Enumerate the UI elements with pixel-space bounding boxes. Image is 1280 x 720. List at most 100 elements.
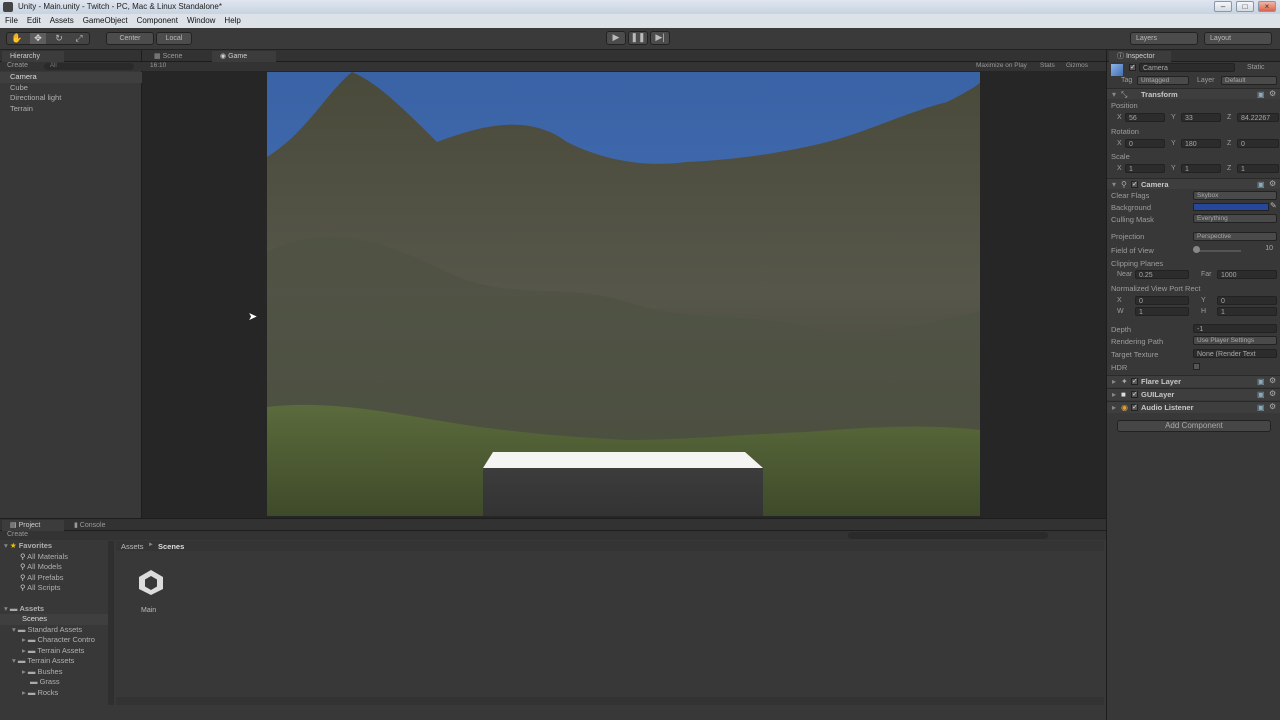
hierarchy-item-directional-light[interactable]: Directional light (0, 93, 142, 104)
step-button[interactable]: ▶| (650, 31, 670, 45)
viewport-y-field[interactable]: 0 (1217, 296, 1277, 305)
tab-scene[interactable]: ▦ Scene (146, 51, 210, 62)
assets-root-item[interactable]: ▾ ▬ Assets (0, 604, 110, 615)
hierarchy-item-cube[interactable]: Cube (0, 83, 142, 94)
fov-slider-track[interactable] (1195, 250, 1241, 252)
game-viewport[interactable] (267, 72, 980, 516)
close-button[interactable]: × (1258, 1, 1276, 12)
play-button[interactable]: ▶ (606, 31, 626, 45)
project-create-button[interactable]: Create (7, 531, 28, 538)
color-picker-icon[interactable]: ✎ (1270, 201, 1277, 210)
hierarchy-create-button[interactable]: Create (7, 62, 28, 69)
position-x-field[interactable]: 56 (1125, 113, 1165, 122)
fov-slider-handle[interactable] (1193, 246, 1200, 253)
tab-hierarchy[interactable]: Hierarchy (2, 51, 64, 62)
static-toggle[interactable]: Static (1247, 64, 1265, 71)
menu-assets[interactable]: Assets (50, 16, 74, 25)
position-z-field[interactable]: 84.22267 (1237, 113, 1279, 122)
camera-settings-icon[interactable]: ⚙ (1269, 179, 1276, 188)
scene-file-main[interactable] (136, 567, 166, 597)
scale-y-field[interactable]: 1 (1181, 164, 1221, 173)
tab-inspector[interactable]: ⓘ Inspector (1109, 51, 1171, 62)
transform-header[interactable]: ▾ ⤡ Transform ▣ ⚙ (1107, 88, 1280, 99)
flare-layer-settings-icon[interactable]: ⚙ (1269, 376, 1276, 385)
flare-layer-help-icon[interactable]: ▣ (1257, 377, 1265, 386)
audio-listener-checkbox[interactable]: ✓ (1131, 404, 1138, 411)
menu-component[interactable]: Component (137, 16, 178, 25)
viewport-w-field[interactable]: 1 (1135, 307, 1189, 316)
depth-field[interactable]: -1 (1193, 324, 1277, 333)
culling-mask-dropdown[interactable]: Everything (1193, 214, 1277, 223)
near-field[interactable]: 0.25 (1135, 270, 1189, 279)
tab-game[interactable]: ◉ Game (212, 51, 276, 62)
folder-terrain-assets[interactable]: ▾ ▬ Terrain Assets (0, 656, 110, 667)
pause-button[interactable]: ❚❚ (628, 31, 648, 45)
favorite-all-materials[interactable]: ⚲ All Materials (0, 552, 110, 563)
maximize-on-play-toggle[interactable]: Maximize on Play (976, 62, 1027, 69)
folder-standard-assets[interactable]: ▾ ▬ Standard Assets (0, 625, 110, 636)
background-color-swatch[interactable] (1193, 203, 1269, 211)
tab-console[interactable]: ▮ Console (66, 520, 128, 531)
stats-toggle[interactable]: Stats (1040, 62, 1055, 69)
target-texture-field[interactable]: None (Render Text (1193, 349, 1277, 358)
active-checkbox[interactable]: ✓ (1129, 64, 1136, 71)
folder-bushes[interactable]: ▸ ▬ Bushes (0, 667, 110, 678)
clear-flags-dropdown[interactable]: Skybox (1193, 191, 1277, 200)
tag-dropdown[interactable]: Untagged (1137, 76, 1189, 85)
folder-rocks[interactable]: ▸ ▬ Rocks (0, 688, 110, 699)
scale-x-field[interactable]: 1 (1125, 164, 1165, 173)
folder-scenes[interactable]: Scenes (0, 614, 110, 625)
transform-help-icon[interactable]: ▣ (1257, 90, 1265, 99)
tab-project[interactable]: ▤ Project (2, 520, 64, 531)
flare-layer-header[interactable]: ▸ ✦ ✓ Flare Layer ▣ ⚙ (1107, 375, 1280, 387)
maximize-button[interactable]: □ (1236, 1, 1254, 12)
camera-help-icon[interactable]: ▣ (1257, 180, 1265, 189)
project-search-input[interactable] (848, 532, 1048, 539)
rotation-z-field[interactable]: 0 (1237, 139, 1279, 148)
pivot-center-button[interactable]: Center (106, 32, 154, 45)
add-component-button[interactable]: Add Component (1117, 420, 1271, 432)
guilayer-header[interactable]: ▸ ■ ✓ GUILayer ▣ ⚙ (1107, 388, 1280, 400)
breadcrumb-assets[interactable]: Assets (121, 542, 144, 551)
menu-edit[interactable]: Edit (27, 16, 41, 25)
favorite-all-prefabs[interactable]: ⚲ All Prefabs (0, 573, 110, 584)
hierarchy-search-input[interactable]: All (44, 63, 134, 70)
viewport-h-field[interactable]: 1 (1217, 307, 1277, 316)
guilayer-help-icon[interactable]: ▣ (1257, 390, 1265, 399)
hierarchy-item-terrain[interactable]: Terrain (0, 104, 142, 115)
aspect-dropdown[interactable]: 16:10 (150, 62, 166, 69)
breadcrumb-scenes[interactable]: Scenes (158, 542, 184, 551)
camera-enabled-checkbox[interactable]: ✓ (1131, 181, 1138, 188)
minimize-button[interactable]: – (1214, 1, 1232, 12)
audio-listener-settings-icon[interactable]: ⚙ (1269, 402, 1276, 411)
position-y-field[interactable]: 33 (1181, 113, 1221, 122)
fov-field[interactable]: 10 (1245, 245, 1277, 254)
audio-listener-help-icon[interactable]: ▣ (1257, 403, 1265, 412)
menu-help[interactable]: Help (224, 16, 240, 25)
audio-listener-header[interactable]: ▸ ◉ ✓ Audio Listener ▣ ⚙ (1107, 401, 1280, 413)
layers-dropdown[interactable]: Layers (1130, 32, 1198, 45)
hand-tool-icon[interactable]: ✋ (10, 33, 24, 44)
object-name-field[interactable]: Camera (1139, 63, 1235, 72)
favorite-all-scripts[interactable]: ⚲ All Scripts (0, 583, 110, 594)
far-field[interactable]: 1000 (1217, 270, 1277, 279)
pivot-local-button[interactable]: Local (156, 32, 192, 45)
viewport-x-field[interactable]: 0 (1135, 296, 1189, 305)
scale-z-field[interactable]: 1 (1237, 164, 1279, 173)
rendering-path-dropdown[interactable]: Use Player Settings (1193, 336, 1277, 345)
transform-settings-icon[interactable]: ⚙ (1269, 89, 1276, 98)
gizmos-dropdown[interactable]: Gizmos (1066, 62, 1088, 69)
move-tool-icon[interactable]: ✥ (30, 33, 46, 44)
projection-dropdown[interactable]: Perspective (1193, 232, 1277, 241)
menu-file[interactable]: File (5, 16, 18, 25)
camera-component-header[interactable]: ▾ ⚲ ✓ Camera ▣ ⚙ (1107, 178, 1280, 189)
guilayer-checkbox[interactable]: ✓ (1131, 391, 1138, 398)
rotate-tool-icon[interactable]: ↻ (52, 33, 66, 44)
layer-dropdown[interactable]: Default (1221, 76, 1277, 85)
folder-terrain-assets-standard[interactable]: ▸ ▬ Terrain Assets (0, 646, 110, 657)
layout-dropdown[interactable]: Layout (1204, 32, 1272, 45)
favorite-all-models[interactable]: ⚲ All Models (0, 562, 110, 573)
folder-grass[interactable]: ▬ Grass (0, 677, 110, 688)
hierarchy-item-camera[interactable]: Camera (0, 72, 142, 83)
tree-scrollbar[interactable] (108, 541, 114, 705)
